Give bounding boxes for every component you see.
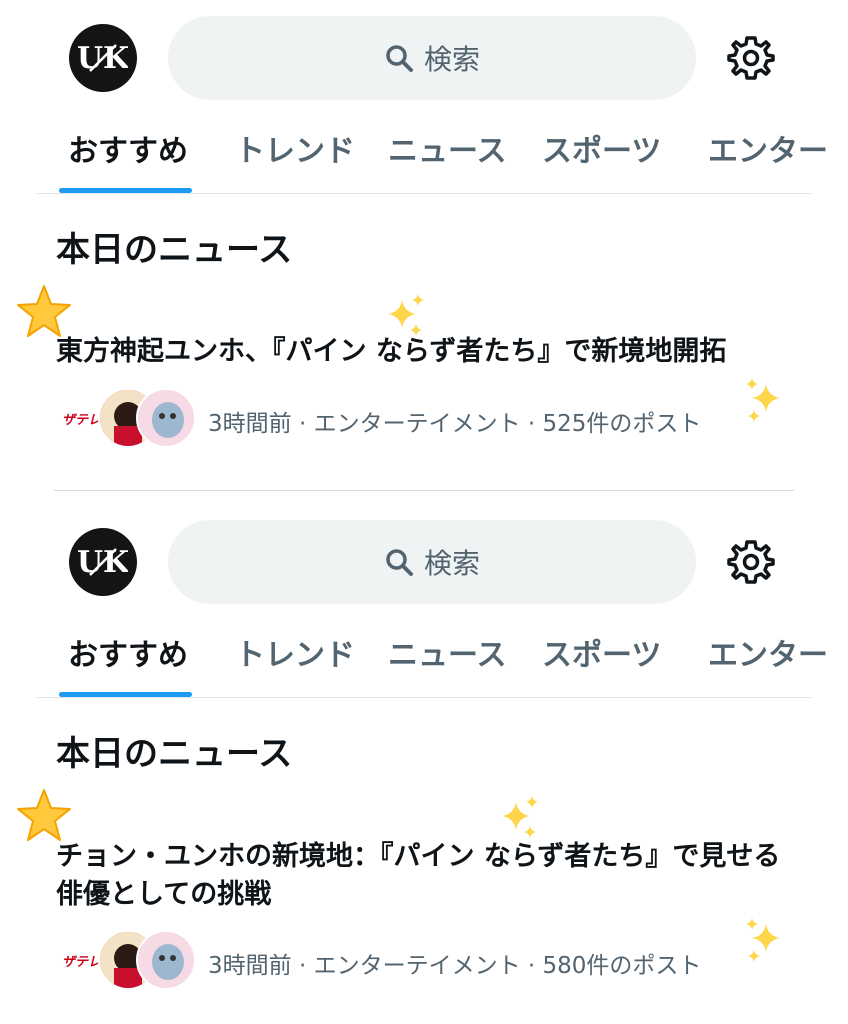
news-meta: 3時間前 · エンターテイメント · 580件のポスト xyxy=(208,953,702,979)
tab-news[interactable]: ニュース xyxy=(388,103,507,193)
news-headline[interactable]: 東方神起ユンホ、『パイン ならず者たち』で新境地開拓 xyxy=(56,333,796,371)
search-bar[interactable]: 検索 xyxy=(168,520,696,604)
source-avatars: ザテレビ xyxy=(58,930,196,990)
tab-news[interactable]: ニュース xyxy=(388,607,507,697)
source-avatar-3 xyxy=(136,388,196,448)
section-title: 本日のニュース xyxy=(56,734,293,774)
gear-icon[interactable] xyxy=(726,33,776,83)
profile-avatar-icon[interactable]: UK xyxy=(69,528,137,596)
tab-bar: おすすめ トレンド ニュース スポーツ エンター xyxy=(0,607,848,697)
news-headline[interactable]: チョン・ユンホの新境地：『パイン ならず者たち』で見せる俳優としての挑戦 xyxy=(56,838,796,914)
search-placeholder: 検索 xyxy=(423,43,480,76)
section-title: 本日のニュース xyxy=(56,230,293,270)
tab-divider xyxy=(36,697,812,698)
search-bar[interactable]: 検索 xyxy=(168,16,696,100)
tab-bar: おすすめ トレンド ニュース スポーツ エンター xyxy=(0,103,848,193)
tab-sports[interactable]: スポーツ xyxy=(542,607,661,697)
news-meta: 3時間前 · エンターテイメント · 525件のポスト xyxy=(208,411,702,437)
source-avatars: ザテレビ xyxy=(58,388,196,448)
tab-entertainment[interactable]: エンター xyxy=(708,103,828,193)
screenshot-separator xyxy=(54,490,794,491)
profile-avatar-icon[interactable]: UK xyxy=(69,24,137,92)
tab-recommended[interactable]: おすすめ xyxy=(68,607,188,697)
tab-trend[interactable]: トレンド xyxy=(235,103,355,193)
search-icon xyxy=(386,45,413,72)
sparkles-emoji-icon xyxy=(502,796,538,838)
search-icon xyxy=(386,549,413,576)
tab-trend[interactable]: トレンド xyxy=(235,607,355,697)
source-avatar-3 xyxy=(136,930,196,990)
search-placeholder: 検索 xyxy=(423,547,480,580)
star-emoji-icon xyxy=(17,789,71,841)
gear-icon[interactable] xyxy=(726,537,776,587)
sparkles-emoji-icon xyxy=(746,378,780,422)
tab-divider xyxy=(36,193,812,194)
tab-recommended[interactable]: おすすめ xyxy=(68,103,188,193)
sparkles-emoji-icon xyxy=(746,918,780,962)
tab-entertainment[interactable]: エンター xyxy=(708,607,828,697)
tab-sports[interactable]: スポーツ xyxy=(542,103,661,193)
